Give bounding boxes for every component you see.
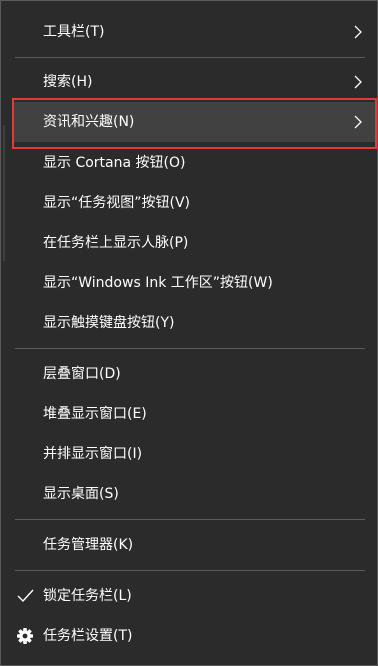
menu-item-lock-taskbar[interactable]: 锁定任务栏(L): [1, 576, 377, 616]
menu-item-stack-windows[interactable]: 堆叠显示窗口(E): [1, 394, 377, 434]
menu-divider: [15, 570, 365, 571]
menu-item-label: 显示触摸键盘按钮(Y): [43, 315, 175, 331]
menu-item-show-windows-ink-button[interactable]: 显示“Windows Ink 工作区”按钮(W): [1, 263, 377, 303]
menu-item-label: 并排显示窗口(I): [43, 446, 143, 462]
menu-item-taskbar-settings[interactable]: 任务栏设置(T): [1, 616, 377, 656]
menu-item-label: 锁定任务栏(L): [43, 588, 132, 604]
menu-item-show-people[interactable]: 在任务栏上显示人脉(P): [1, 223, 377, 263]
menu-item-toolbars[interactable]: 工具栏(T): [1, 12, 377, 52]
taskbar-context-menu: 工具栏(T) 搜索(H) 资讯和兴趣(N) 显示 Cortana 按钮(O) 显…: [0, 0, 378, 666]
menu-divider: [15, 57, 365, 58]
menu-item-label: 在任务栏上显示人脉(P): [43, 235, 189, 251]
chevron-right-icon: [354, 75, 362, 89]
menu-item-label: 层叠窗口(D): [43, 366, 121, 382]
gear-icon: [17, 628, 33, 644]
menu-item-side-by-side-windows[interactable]: 并排显示窗口(I): [1, 434, 377, 474]
menu-item-label: 搜索(H): [43, 74, 93, 90]
menu-divider: [15, 519, 365, 520]
menu-item-show-desktop[interactable]: 显示桌面(S): [1, 474, 377, 514]
menu-item-show-cortana-button[interactable]: 显示 Cortana 按钮(O): [1, 143, 377, 183]
menu-item-label: 任务管理器(K): [43, 537, 134, 553]
menu-item-label: 堆叠显示窗口(E): [43, 406, 147, 422]
menu-divider: [15, 348, 365, 349]
menu-item-label: 显示桌面(S): [43, 486, 119, 502]
menu-item-task-manager[interactable]: 任务管理器(K): [1, 525, 377, 565]
menu-item-label: 显示“任务视图”按钮(V): [43, 195, 191, 211]
menu-item-label: 显示“Windows Ink 工作区”按钮(W): [43, 275, 273, 291]
menu-item-cascade-windows[interactable]: 层叠窗口(D): [1, 354, 377, 394]
menu-item-show-task-view-button[interactable]: 显示“任务视图”按钮(V): [1, 183, 377, 223]
menu-item-label: 工具栏(T): [43, 24, 105, 40]
menu-item-search[interactable]: 搜索(H): [1, 62, 377, 102]
chevron-right-icon: [354, 115, 362, 129]
chevron-right-icon: [354, 25, 362, 39]
menu-item-label: 显示 Cortana 按钮(O): [43, 155, 186, 171]
menu-item-show-touch-keyboard-button[interactable]: 显示触摸键盘按钮(Y): [1, 303, 377, 343]
menu-item-label: 资讯和兴趣(N): [43, 114, 135, 130]
menu-item-label: 任务栏设置(T): [43, 628, 133, 644]
checkmark-icon: [17, 589, 34, 603]
menu-item-news-and-interests[interactable]: 资讯和兴趣(N): [14, 102, 375, 142]
